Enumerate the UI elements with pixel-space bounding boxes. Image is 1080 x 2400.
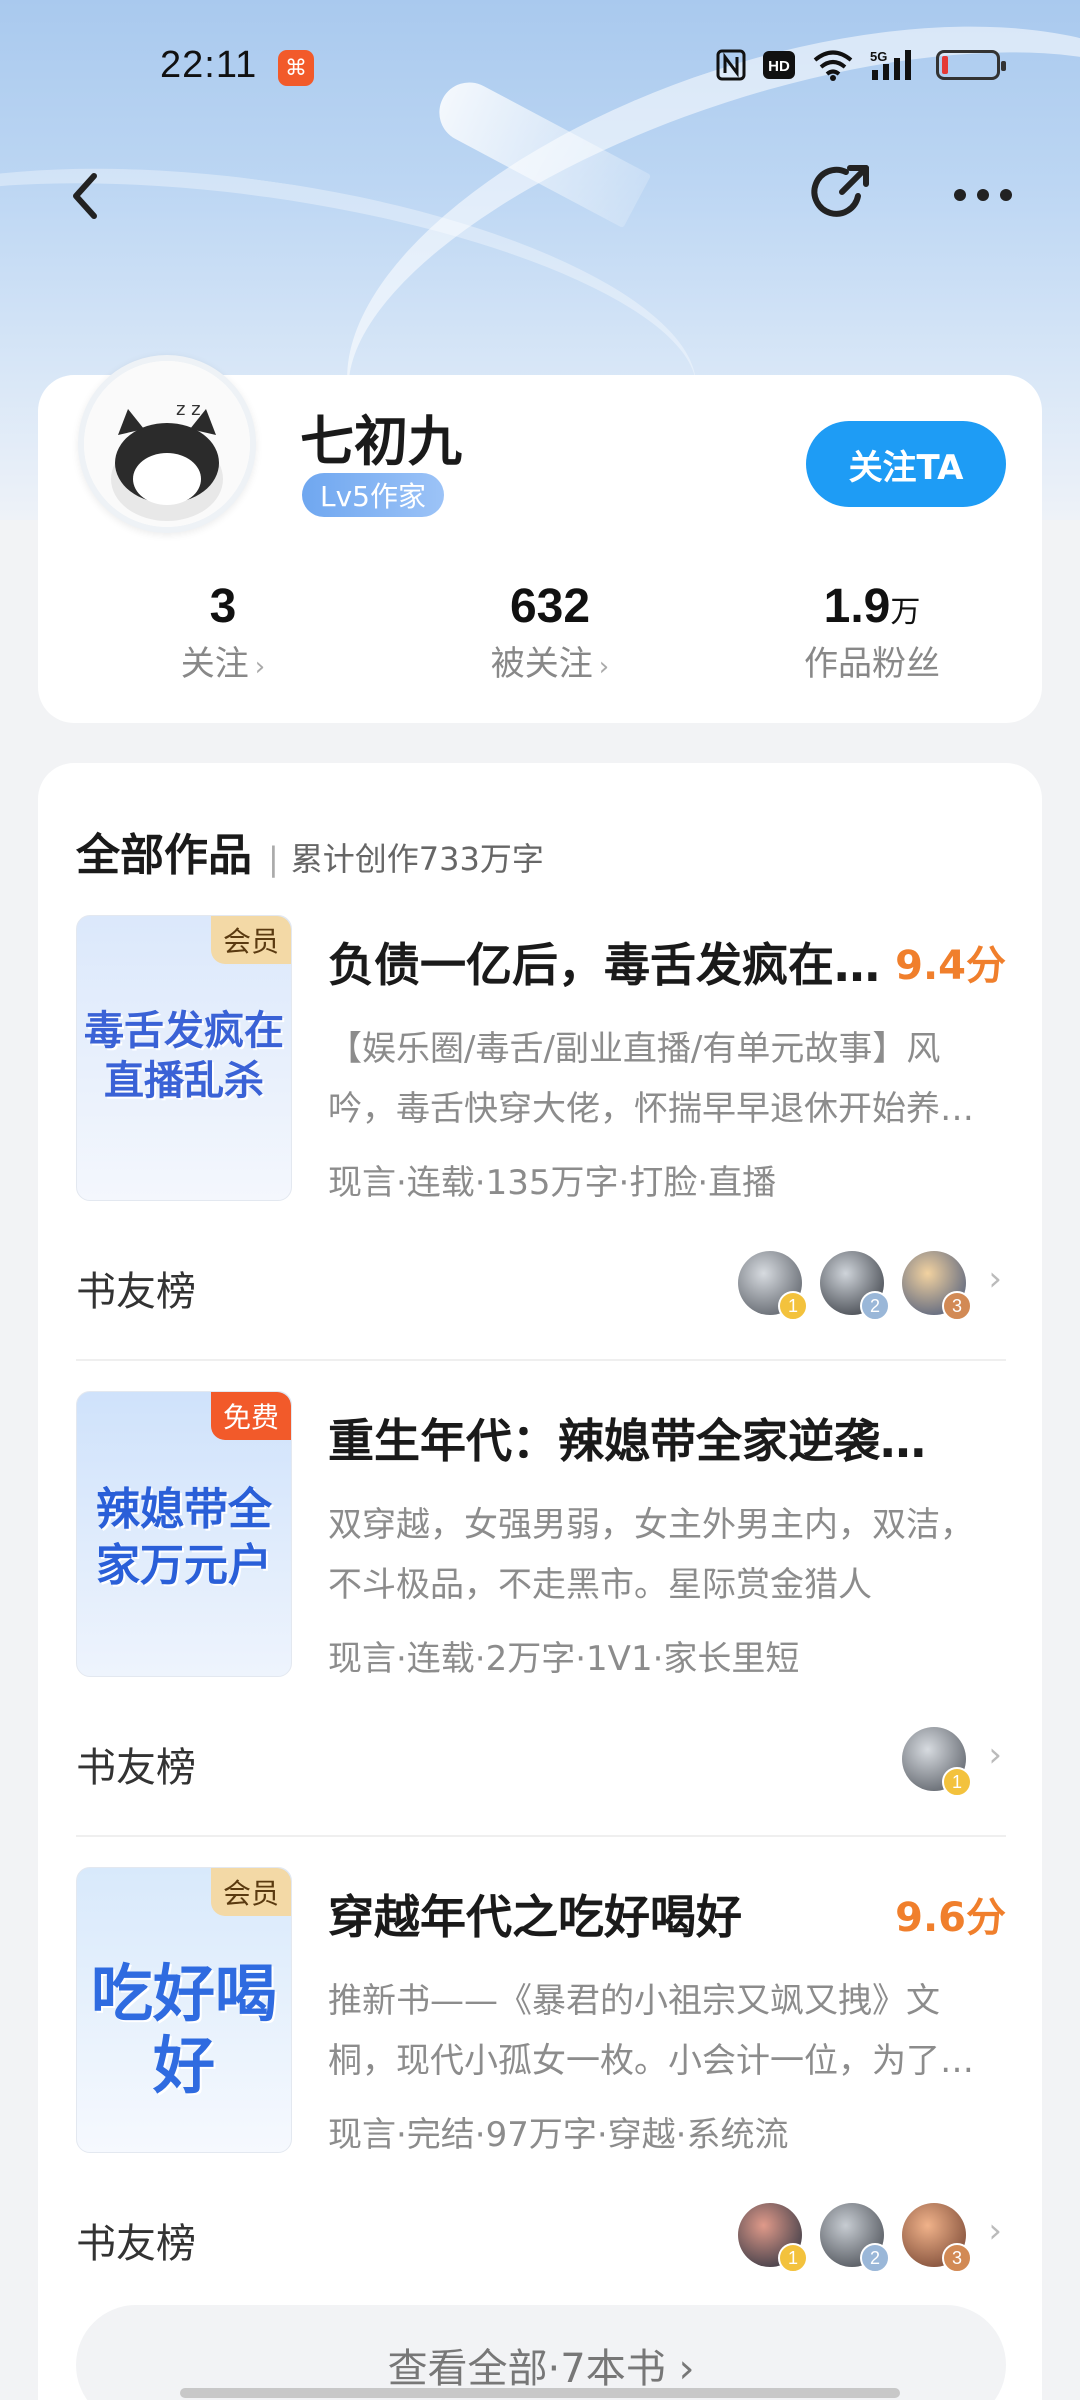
status-bar: 22:11 ⌘ HD 5G (0, 0, 1080, 130)
chevron-right-icon: › (988, 2211, 1002, 2251)
reader-rank-row[interactable]: 书友榜 1 2 3 › (76, 2193, 1006, 2283)
book-meta: 现言·连载·2万字·1V1·家长里短 (328, 1639, 800, 1679)
works-section: 全部作品 累计创作733万字 毒舌发疯在直播乱杀 会员 负债一亿后，毒舌发疯在直… (38, 763, 1042, 2400)
stat-following[interactable]: 3 关注 › (93, 579, 353, 685)
works-title: 全部作品 (76, 830, 252, 881)
svg-text:5G: 5G (870, 49, 887, 64)
vip-tag: 会员 (210, 916, 291, 964)
5g-signal-icon: 5G (870, 48, 920, 82)
book-title[interactable]: 重生年代：辣媳带全家逆袭万元户 (328, 1405, 968, 1471)
free-tag: 免费 (210, 1392, 291, 1440)
book-cover[interactable]: 辣媳带全家万元户 免费 (76, 1391, 292, 1677)
reader-avatar: 1 (738, 1251, 808, 1321)
reader-rank-label: 书友榜 (76, 2221, 196, 2267)
rank-avatars: 1 2 3 (738, 2203, 972, 2273)
works-total-words: 累计创作733万字 (268, 834, 544, 880)
battery-icon (936, 50, 1006, 80)
reader-rank-row[interactable]: 书友榜 1 › (76, 1717, 1006, 1807)
home-indicator[interactable] (180, 2388, 900, 2398)
app-notification-icon: ⌘ (278, 50, 314, 86)
reader-avatar: 3 (902, 2203, 972, 2273)
vip-tag: 会员 (210, 1868, 291, 1916)
book-item[interactable]: 吃好喝好 会员 穿越年代之吃好喝好 9.6分 推新书——《暴君的小祖宗又飒又拽》… (76, 1867, 1006, 2343)
reader-avatar: 3 (902, 1251, 972, 1321)
stat-work-fans: 1.9万 作品粉丝 (742, 579, 1002, 685)
stat-value: 1.9万 (823, 580, 921, 633)
chevron-right-icon: › (988, 1735, 1002, 1775)
svg-text:z z: z z (176, 399, 201, 420)
reader-rank-label: 书友榜 (76, 1269, 196, 1315)
share-icon (811, 165, 869, 217)
chevron-right-icon: › (988, 1259, 1002, 1299)
cat-avatar-image: z z (84, 361, 250, 527)
reader-rank-row[interactable]: 书友榜 1 2 3 › (76, 1241, 1006, 1331)
stat-label: 作品粉丝 (804, 644, 940, 684)
rank-avatars: 1 2 3 (738, 1251, 972, 1321)
profile-card: z z 七初九 Lv5作家 关注TA 3 关注 › 632 被关注 › 1.9万 作… (38, 355, 1042, 723)
reader-avatar: 1 (902, 1727, 972, 1797)
book-score: 9.4分 (895, 943, 1006, 989)
reader-avatar: 1 (738, 2203, 808, 2273)
avatar[interactable]: z z (78, 355, 256, 533)
divider (76, 1835, 1006, 1837)
chevron-right-icon: › (598, 652, 610, 682)
level-badge: Lv5作家 (302, 473, 444, 517)
book-description: 推新书——《暴君的小祖宗又飒又拽》文桐，现代小孤女一枚。小会计一位，为了生活 (328, 1981, 974, 2081)
book-title[interactable]: 穿越年代之吃好喝好 (328, 1881, 888, 1947)
book-meta: 现言·完结·97万字·穿越·系统流 (328, 2115, 789, 2155)
more-button[interactable] (948, 170, 1018, 220)
share-button[interactable] (808, 158, 878, 228)
svg-text:HD: HD (768, 58, 790, 75)
reader-avatar: 2 (820, 2203, 890, 2273)
book-cover[interactable]: 毒舌发疯在直播乱杀 会员 (76, 915, 292, 1201)
system-icons: HD 5G (716, 48, 1006, 82)
book-title[interactable]: 负债一亿后，毒舌发疯在直播乱杀 (328, 929, 888, 995)
divider (76, 1359, 1006, 1361)
stat-followers[interactable]: 632 被关注 › (420, 579, 680, 685)
book-meta: 现言·连载·135万字·打脸·直播 (328, 1163, 777, 1203)
hd-icon: HD (762, 48, 796, 82)
status-time: 22:11 (160, 44, 258, 86)
stat-value: 632 (509, 580, 591, 633)
book-description: 【娱乐圈/毒舌/副业直播/有单元故事】风吟，毒舌快穿大佬，怀揣早早退休开始养老的… (328, 1029, 974, 1129)
reader-rank-label: 书友榜 (76, 1745, 196, 1791)
nfc-icon (716, 48, 746, 82)
view-all-books-button[interactable]: 查看全部·7本书 › (76, 2305, 1006, 2400)
works-header: 全部作品 累计创作733万字 (76, 819, 544, 883)
author-name: 七初九 (300, 410, 462, 473)
reader-avatar: 2 (820, 1251, 890, 1321)
chevron-right-icon: › (254, 652, 266, 682)
book-description: 双穿越，女强男弱，女主外男主内，双洁，不斗极品，不走黑市。星际赏金猎人 (328, 1505, 974, 1605)
chevron-left-icon (73, 173, 97, 219)
back-button[interactable] (60, 160, 120, 230)
book-item[interactable]: 毒舌发疯在直播乱杀 会员 负债一亿后，毒舌发疯在直播乱杀 9.4分 【娱乐圈/毒… (76, 915, 1006, 1391)
book-score: 9.6分 (895, 1895, 1006, 1941)
book-cover[interactable]: 吃好喝好 会员 (76, 1867, 292, 2153)
wifi-icon (812, 48, 854, 82)
follow-button[interactable]: 关注TA (806, 421, 1006, 507)
rank-avatars: 1 (902, 1727, 972, 1797)
stat-label: 被关注 › (490, 644, 610, 684)
stat-label: 关注 › (180, 644, 266, 684)
top-nav (0, 150, 1080, 240)
more-dots-icon (954, 189, 1012, 201)
stat-value: 3 (209, 580, 237, 633)
book-item[interactable]: 辣媳带全家万元户 免费 重生年代：辣媳带全家逆袭万元户 双穿越，女强男弱，女主外… (76, 1391, 1006, 1867)
